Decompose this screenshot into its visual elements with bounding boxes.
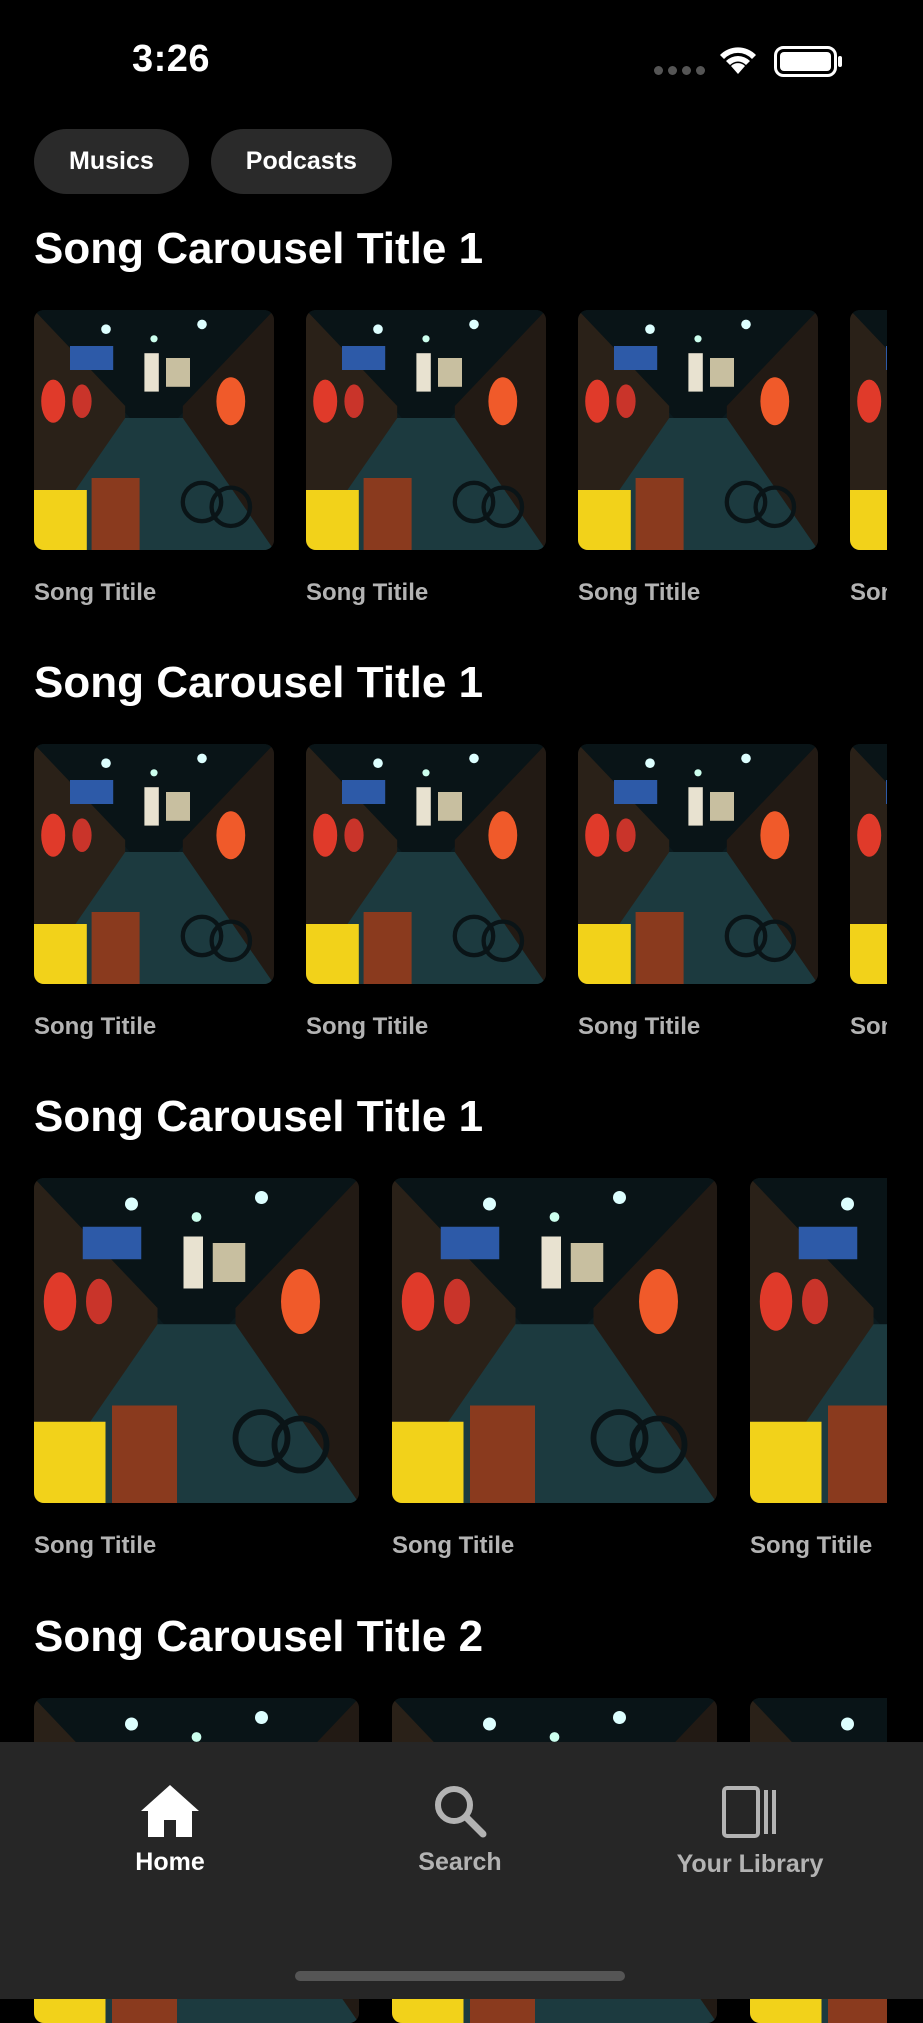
song-title: Song Titile — [750, 1532, 873, 1559]
tab-bar: Home Search Your Library — [0, 1742, 923, 1999]
album-art — [34, 744, 274, 984]
section-title: Song Carousel Title 2 — [34, 1612, 484, 1661]
song-title: Song Titile — [850, 579, 887, 606]
search-icon — [435, 1786, 487, 1838]
song-card[interactable]: Song Titile — [578, 310, 818, 607]
song-card[interactable]: Song Titile — [306, 310, 546, 607]
song-title: Song Titile — [850, 1013, 887, 1040]
song-carousel[interactable]: Song Titile Song Titile Song Titile Song… — [34, 310, 887, 607]
home-indicator — [295, 1971, 625, 1981]
album-art — [306, 744, 546, 984]
song-title: Song Titile — [34, 1013, 157, 1040]
album-art — [750, 1178, 887, 1503]
song-card[interactable]: Song Titile — [34, 1178, 359, 1560]
album-art — [850, 744, 887, 984]
song-card[interactable]: Song Titile — [578, 744, 818, 1041]
song-title: Song Titile — [306, 1013, 429, 1040]
song-carousel[interactable]: Song Titile Song Titile Song Titile Song… — [34, 744, 887, 1041]
album-art — [578, 310, 818, 550]
song-title: Song Titile — [392, 1532, 515, 1559]
tab-label: Search — [418, 1848, 502, 1876]
status-time: 3:26 — [132, 38, 211, 80]
song-card[interactable]: Song Titile — [306, 744, 546, 1041]
home-icon — [141, 1785, 199, 1837]
song-card[interactable]: Song Titile — [392, 1178, 717, 1560]
tab-label: Your Library — [676, 1850, 824, 1878]
section-title: Song Carousel Title 1 — [34, 224, 484, 273]
song-title: Song Titile — [578, 579, 701, 606]
album-art — [850, 310, 887, 550]
album-art — [306, 310, 546, 550]
album-art — [392, 1178, 717, 1503]
wifi-icon — [720, 47, 756, 74]
chip-musics[interactable]: Musics — [34, 129, 189, 194]
song-card[interactable]: Song Titile — [850, 310, 887, 607]
tab-library[interactable]: Your Library — [640, 1782, 860, 1879]
song-card[interactable]: Song Titile — [34, 744, 274, 1041]
cellular-signal-icon — [654, 66, 705, 75]
album-art — [34, 1178, 359, 1503]
filter-chips: Musics Podcasts — [34, 129, 392, 194]
song-card[interactable]: Song Titile — [34, 310, 274, 607]
section-title: Song Carousel Title 1 — [34, 658, 484, 707]
song-title: Song Titile — [34, 579, 157, 606]
song-title: Song Titile — [578, 1013, 701, 1040]
battery-icon — [774, 46, 842, 77]
song-card[interactable]: Song Titile — [850, 744, 887, 1041]
song-title: Song Titile — [306, 579, 429, 606]
song-title: Song Titile — [34, 1532, 157, 1559]
chip-podcasts[interactable]: Podcasts — [210, 129, 392, 194]
album-art — [578, 744, 818, 984]
album-art — [34, 310, 274, 550]
status-bar: 3:26 — [0, 0, 923, 120]
song-card[interactable]: Song Titile — [750, 1178, 887, 1560]
section-title: Song Carousel Title 1 — [34, 1092, 484, 1141]
tab-home[interactable]: Home — [60, 1782, 280, 1877]
tab-search[interactable]: Search — [350, 1782, 570, 1877]
library-icon — [722, 1786, 776, 1838]
tab-label: Home — [135, 1848, 205, 1876]
song-carousel[interactable]: Song Titile Song Titile Song Titile — [34, 1178, 887, 1560]
